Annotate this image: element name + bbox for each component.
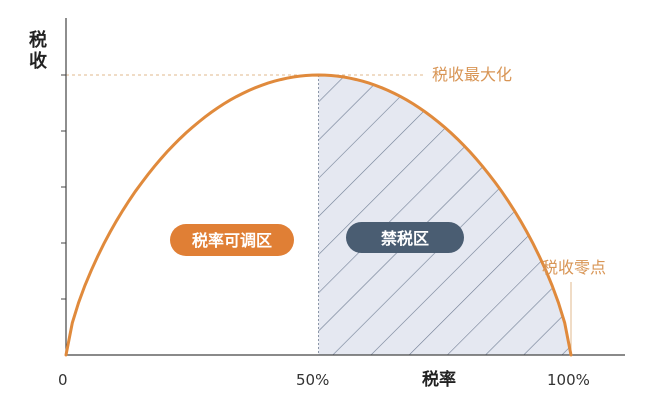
y-axis-ticks xyxy=(61,74,66,300)
forbidden-zone-label: 禁税区 xyxy=(381,229,429,248)
x-tick-50: 50% xyxy=(296,371,329,389)
y-axis-title-line2: 收 xyxy=(29,50,47,72)
max-revenue-label: 税收最大化 xyxy=(432,65,512,84)
forbidden-zone-hatch xyxy=(318,75,571,355)
x-tick-0: 0 xyxy=(58,371,68,389)
adjustable-zone-label: 税率可调区 xyxy=(192,231,272,250)
laffer-diagram: 税 收 税率 0 50% 100% 税收最大化 税收零点 税率可调区 禁税区 xyxy=(0,0,656,414)
zero-revenue-label: 税收零点 xyxy=(542,258,606,277)
y-axis-title-line1: 税 xyxy=(29,29,47,51)
x-tick-100: 100% xyxy=(547,371,590,389)
x-axis-title: 税率 xyxy=(422,369,456,390)
adjustable-zone-pill: 税率可调区 xyxy=(170,224,294,256)
forbidden-zone-pill: 禁税区 xyxy=(346,222,464,253)
laffer-curve-figure: 税 收 税率 0 50% 100% 税收最大化 税收零点 税率可调区 禁税区 xyxy=(29,18,625,390)
